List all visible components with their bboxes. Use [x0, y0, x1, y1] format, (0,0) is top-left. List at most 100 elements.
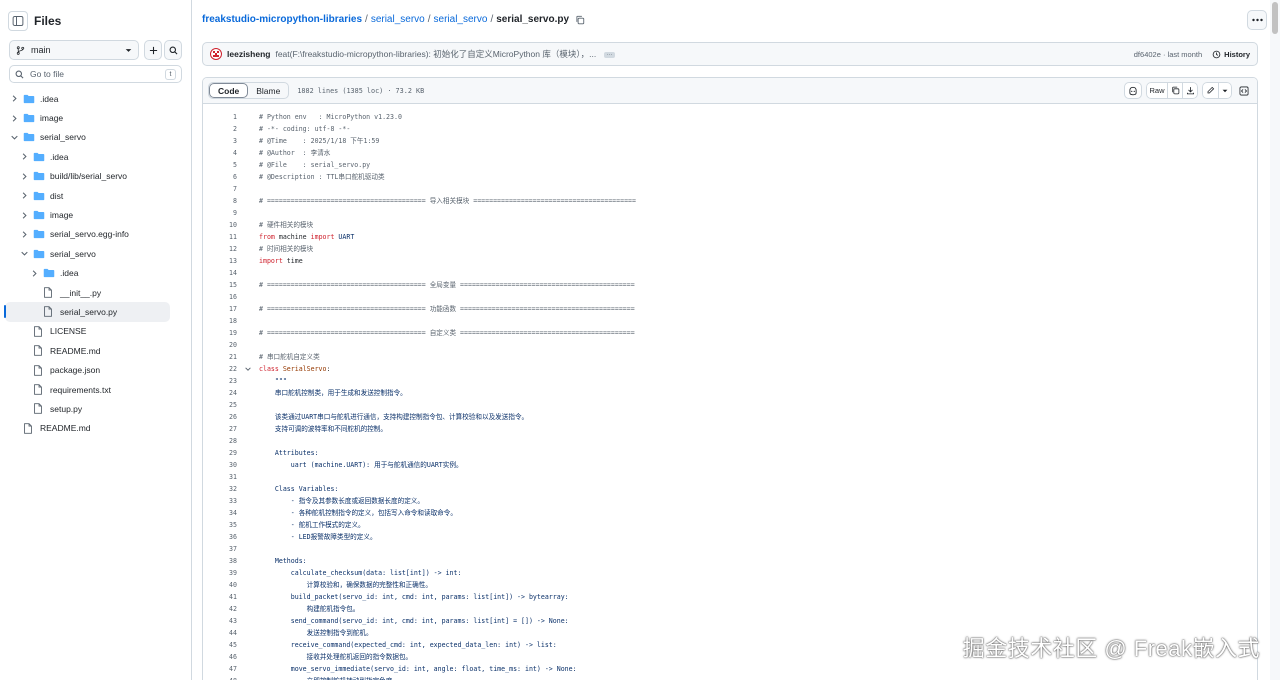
tree-folder-item[interactable]: .idea: [0, 147, 192, 166]
scrollbar-thumb[interactable]: [1272, 2, 1278, 34]
tree-file-item[interactable]: __init__.py: [0, 283, 192, 302]
tree-expand-toggle[interactable]: [9, 95, 19, 102]
line-number[interactable]: 33: [203, 495, 237, 507]
edit-file-button[interactable]: [1202, 82, 1219, 99]
tree-expand-toggle[interactable]: [19, 211, 29, 219]
line-number[interactable]: 8: [203, 195, 237, 207]
tree-file-item[interactable]: requirements.txt: [0, 380, 192, 399]
line-number[interactable]: 45: [203, 639, 237, 651]
line-number[interactable]: 28: [203, 435, 237, 447]
line-number[interactable]: 31: [203, 471, 237, 483]
symbols-panel-button[interactable]: [1236, 82, 1252, 99]
line-number[interactable]: 37: [203, 543, 237, 555]
commit-author-link[interactable]: leezisheng: [227, 49, 270, 59]
line-number[interactable]: 3: [203, 135, 237, 147]
line-number[interactable]: 34: [203, 507, 237, 519]
tree-folder-item[interactable]: image: [0, 205, 192, 224]
line-number[interactable]: 43: [203, 615, 237, 627]
line-number[interactable]: 7: [203, 183, 237, 195]
branch-selector[interactable]: main: [9, 40, 139, 60]
line-number[interactable]: 9: [203, 207, 237, 219]
tab-blame[interactable]: Blame: [248, 83, 288, 98]
copy-path-icon[interactable]: [575, 15, 585, 25]
tree-file-item[interactable]: serial_servo.py: [4, 302, 170, 322]
line-number[interactable]: 47: [203, 663, 237, 675]
line-number[interactable]: 30: [203, 459, 237, 471]
line-number[interactable]: 41: [203, 591, 237, 603]
tree-expand-toggle[interactable]: [9, 114, 19, 122]
go-to-file-input[interactable]: Go to file t: [9, 65, 182, 83]
tree-expand-toggle[interactable]: [19, 153, 29, 161]
line-number[interactable]: 21: [203, 351, 237, 363]
line-number[interactable]: 12: [203, 243, 237, 255]
tab-code[interactable]: Code: [209, 83, 249, 98]
tree-folder-item[interactable]: dist: [0, 186, 192, 205]
tree-folder-item[interactable]: serial_servo: [0, 244, 192, 263]
line-number[interactable]: 48: [203, 675, 237, 680]
tree-file-item[interactable]: README.md: [0, 341, 192, 360]
expand-commit-message-icon[interactable]: ···: [604, 51, 616, 58]
sidebar-toggle-button[interactable]: [8, 11, 28, 31]
fold-toggle[interactable]: [237, 363, 259, 375]
tree-folder-item[interactable]: .idea: [0, 89, 192, 108]
raw-button[interactable]: Raw: [1146, 82, 1168, 99]
line-number[interactable]: 18: [203, 315, 237, 327]
line-number[interactable]: 27: [203, 423, 237, 435]
line-number[interactable]: 29: [203, 447, 237, 459]
line-number[interactable]: 23: [203, 375, 237, 387]
line-number[interactable]: 19: [203, 327, 237, 339]
tree-file-item[interactable]: LICENSE: [0, 322, 192, 341]
line-number[interactable]: 36: [203, 531, 237, 543]
line-number[interactable]: 24: [203, 387, 237, 399]
breadcrumb-folder-link[interactable]: serial_servo: [434, 14, 488, 25]
line-number[interactable]: 17: [203, 303, 237, 315]
line-number[interactable]: 15: [203, 279, 237, 291]
line-number[interactable]: 5: [203, 159, 237, 171]
tree-folder-item[interactable]: .idea: [0, 264, 192, 283]
add-file-button[interactable]: [144, 40, 162, 60]
line-number[interactable]: 44: [203, 627, 237, 639]
line-number[interactable]: 46: [203, 651, 237, 663]
breadcrumb-folder-link[interactable]: serial_servo: [371, 14, 425, 25]
tree-expand-toggle[interactable]: [9, 134, 19, 141]
breadcrumb-repo-link[interactable]: freakstudio-micropython-libraries: [202, 14, 362, 25]
avatar[interactable]: [210, 48, 222, 60]
line-number[interactable]: 32: [203, 483, 237, 495]
line-number[interactable]: 42: [203, 603, 237, 615]
copy-raw-button[interactable]: [1167, 82, 1183, 99]
tree-folder-item[interactable]: serial_servo: [0, 128, 192, 147]
more-options-button[interactable]: [1247, 10, 1267, 30]
line-number[interactable]: 10: [203, 219, 237, 231]
line-number[interactable]: 4: [203, 147, 237, 159]
search-files-button[interactable]: [164, 40, 182, 60]
tree-folder-item[interactable]: serial_servo.egg-info: [0, 225, 192, 244]
page-scrollbar[interactable]: [1270, 0, 1280, 680]
line-number[interactable]: 38: [203, 555, 237, 567]
line-number[interactable]: 13: [203, 255, 237, 267]
line-number[interactable]: 14: [203, 267, 237, 279]
tree-folder-item[interactable]: build/lib/serial_servo: [0, 167, 192, 186]
copilot-button[interactable]: [1124, 82, 1142, 99]
tree-expand-toggle[interactable]: [19, 250, 29, 257]
line-number[interactable]: 39: [203, 567, 237, 579]
history-button[interactable]: History: [1212, 50, 1250, 59]
line-number[interactable]: 6: [203, 171, 237, 183]
tree-expand-toggle[interactable]: [29, 270, 39, 277]
line-number[interactable]: 1: [203, 111, 237, 123]
edit-options-button[interactable]: [1218, 82, 1232, 99]
tree-file-item[interactable]: setup.py: [0, 399, 192, 418]
commit-hash-time[interactable]: df6402e · last month: [1134, 50, 1202, 59]
line-number[interactable]: 25: [203, 399, 237, 411]
line-number[interactable]: 22: [203, 363, 237, 375]
line-number[interactable]: 20: [203, 339, 237, 351]
commit-message[interactable]: feat(F:\freakstudio-micropython-librarie…: [275, 48, 1133, 60]
line-number[interactable]: 2: [203, 123, 237, 135]
tree-file-item[interactable]: README.md: [0, 419, 192, 438]
tree-expand-toggle[interactable]: [19, 173, 29, 180]
tree-expand-toggle[interactable]: [19, 192, 29, 199]
tree-file-item[interactable]: package.json: [0, 360, 192, 379]
line-number[interactable]: 40: [203, 579, 237, 591]
line-number[interactable]: 35: [203, 519, 237, 531]
tree-expand-toggle[interactable]: [19, 231, 29, 238]
line-number[interactable]: 16: [203, 291, 237, 303]
